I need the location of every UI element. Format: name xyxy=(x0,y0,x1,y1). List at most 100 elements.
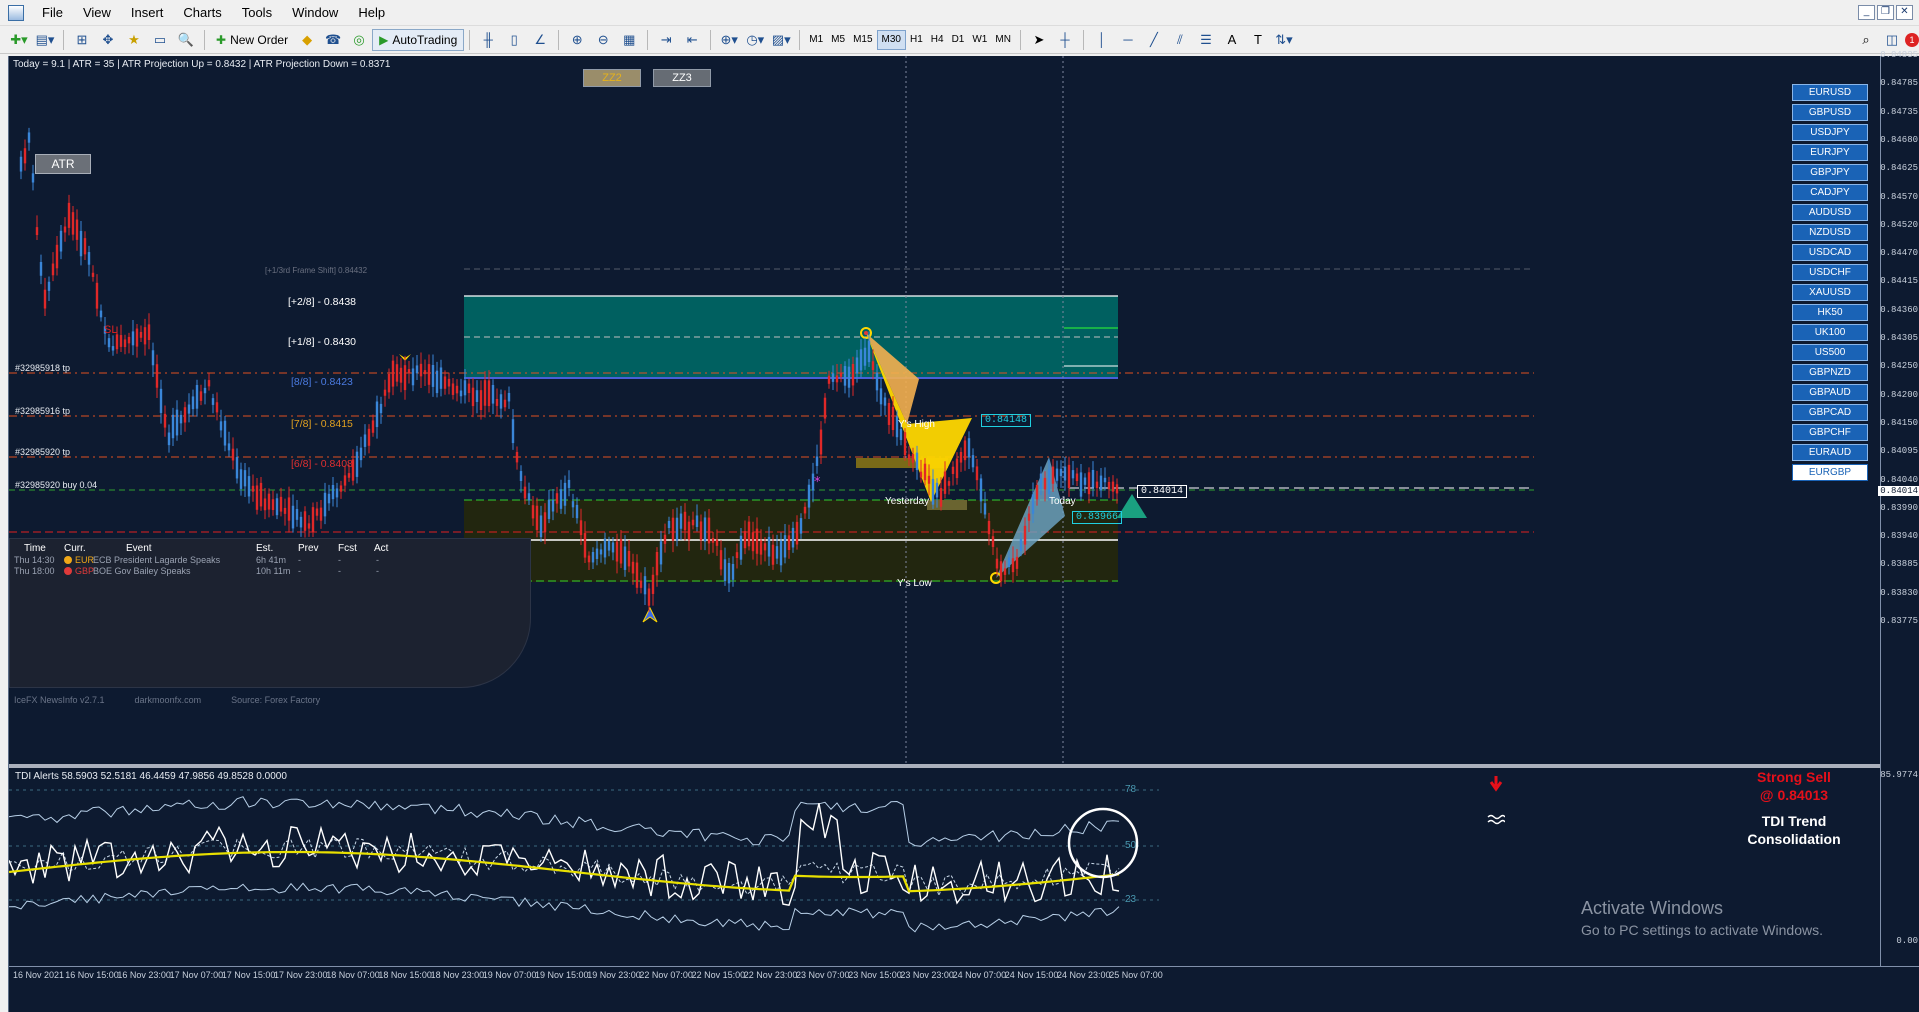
timeframe-h1[interactable]: H1 xyxy=(906,30,927,50)
signals-icon[interactable]: ☎ xyxy=(322,29,344,51)
timeframe-m30[interactable]: M30 xyxy=(876,29,906,50)
menu-file[interactable]: File xyxy=(32,3,73,22)
consolidation-wave-icon xyxy=(1487,814,1505,825)
menu-insert[interactable]: Insert xyxy=(121,3,174,22)
auto-scroll-icon[interactable]: ⇥ xyxy=(655,29,677,51)
candle-body xyxy=(447,378,451,387)
terminal-icon[interactable]: ▭ xyxy=(149,29,171,51)
terminal-window: File View Insert Charts Tools Window Hel… xyxy=(0,0,1919,1012)
symbol-button-gbpusd[interactable]: GBPUSD xyxy=(1792,104,1868,121)
candle-body xyxy=(1043,477,1047,490)
timeframe-d1[interactable]: D1 xyxy=(948,30,969,50)
timeframe-mn[interactable]: MN xyxy=(991,30,1015,50)
menu-view[interactable]: View xyxy=(73,3,121,22)
time-tick-label: 16 Nov 23:00 xyxy=(117,970,171,980)
news-footer-site[interactable]: darkmoonfx.com xyxy=(135,695,202,705)
tdi-indicator-window[interactable]: TDI Alerts 58.5903 52.5181 46.4459 47.98… xyxy=(8,768,1880,966)
zz3-button[interactable]: ZZ3 xyxy=(653,69,711,87)
symbol-button-gbpchf[interactable]: GBPCHF xyxy=(1792,424,1868,441)
restore-icon[interactable]: ❐ xyxy=(1877,5,1894,20)
candlestick-icon[interactable]: ▯ xyxy=(503,29,525,51)
alert-badge[interactable]: 1 xyxy=(1905,32,1919,47)
fibonacci-icon[interactable]: ☰ xyxy=(1195,29,1217,51)
symbol-button-xauusd[interactable]: XAUUSD xyxy=(1792,284,1868,301)
tester-icon[interactable]: 🔍 xyxy=(175,29,197,51)
zoom-out-icon[interactable]: ⊖ xyxy=(592,29,614,51)
bar-chart-icon[interactable]: ╫ xyxy=(477,29,499,51)
timeframe-h4[interactable]: H4 xyxy=(927,30,948,50)
menu-help[interactable]: Help xyxy=(348,3,395,22)
activate-windows-subtitle: Go to PC settings to activate Windows. xyxy=(1581,922,1823,938)
symbol-button-usdchf[interactable]: USDCHF xyxy=(1792,264,1868,281)
indicators-icon[interactable]: ⊕▾ xyxy=(718,29,740,51)
candle-body xyxy=(675,517,679,541)
new-order-button[interactable]: ✚ New Order xyxy=(210,29,294,51)
candle-body xyxy=(1115,484,1119,494)
symbol-button-gbpjpy[interactable]: GBPJPY xyxy=(1792,164,1868,181)
candle-body xyxy=(671,517,675,541)
candle-body xyxy=(527,493,531,501)
price-axis[interactable]: 0.84835 0.84785 0.84735 0.84680 0.84625 0.845… xyxy=(1878,50,1919,966)
tile-windows-icon[interactable]: ▦ xyxy=(618,29,640,51)
symbol-button-audusd[interactable]: AUDUSD xyxy=(1792,204,1868,221)
symbol-button-cadjpy[interactable]: CADJPY xyxy=(1792,184,1868,201)
timeframe-w1[interactable]: W1 xyxy=(968,30,991,50)
zz2-button[interactable]: ZZ2 xyxy=(583,69,641,87)
candle-body xyxy=(983,503,987,515)
navigator-icon[interactable]: ★ xyxy=(123,29,145,51)
text-icon[interactable]: A xyxy=(1221,29,1243,51)
symbol-button-eurjpy[interactable]: EURJPY xyxy=(1792,144,1868,161)
vertical-line-icon[interactable]: │ xyxy=(1091,29,1113,51)
profiles-icon[interactable]: ▤▾ xyxy=(34,29,56,51)
new-chart-icon[interactable]: ✚▾ xyxy=(8,29,30,51)
templates-icon[interactable]: ▨▾ xyxy=(770,29,792,51)
timeframe-m15[interactable]: M15 xyxy=(849,30,876,50)
candle-body xyxy=(391,360,395,387)
arrows-icon[interactable]: ⇅▾ xyxy=(1273,29,1295,51)
symbol-button-uk100[interactable]: UK100 xyxy=(1792,324,1868,341)
symbol-button-nzdusd[interactable]: NZDUSD xyxy=(1792,224,1868,241)
zoom-in-icon[interactable]: ⊕ xyxy=(566,29,588,51)
symbol-button-gbpcad[interactable]: GBPCAD xyxy=(1792,404,1868,421)
minimize-icon[interactable]: _ xyxy=(1858,5,1875,20)
line-chart-icon[interactable]: ∠ xyxy=(529,29,551,51)
time-axis[interactable]: 16 Nov 2021 16 Nov 15:00 16 Nov 23:00 17 No… xyxy=(9,966,1919,986)
symbol-button-gbpnzd[interactable]: GBPNZD xyxy=(1792,364,1868,381)
symbol-button-hk50[interactable]: HK50 xyxy=(1792,304,1868,321)
market-watch-icon[interactable]: ⊞ xyxy=(71,29,93,51)
symbol-button-euraud[interactable]: EURAUD xyxy=(1792,444,1868,461)
crosshair-icon[interactable]: ┼ xyxy=(1054,29,1076,51)
candle-body xyxy=(1011,558,1015,573)
trendline-icon[interactable]: ╱ xyxy=(1143,29,1165,51)
symbol-button-gbpaud[interactable]: GBPAUD xyxy=(1792,384,1868,401)
horizontal-line-icon[interactable]: ─ xyxy=(1117,29,1139,51)
symbol-button-us500[interactable]: US500 xyxy=(1792,344,1868,361)
symbol-button-usdcad[interactable]: USDCAD xyxy=(1792,244,1868,261)
meta-editor-icon[interactable]: ◆ xyxy=(296,29,318,51)
symbol-button-eurgbp[interactable]: EURGBP xyxy=(1792,464,1868,481)
menu-tools[interactable]: Tools xyxy=(232,3,282,22)
close-icon[interactable]: ✕ xyxy=(1896,5,1913,20)
symbol-button-usdjpy[interactable]: USDJPY xyxy=(1792,124,1868,141)
data-window-icon[interactable]: ✥ xyxy=(97,29,119,51)
candle-body xyxy=(1079,472,1083,497)
text-label-icon[interactable]: T xyxy=(1247,29,1269,51)
atr-button[interactable]: ATR xyxy=(35,154,91,174)
timeframe-m1[interactable]: M1 xyxy=(805,30,827,50)
menu-window[interactable]: Window xyxy=(282,3,348,22)
price-chart[interactable]: * Today = 9.1 | ATR = 35 | ATR Projectio… xyxy=(9,56,1880,764)
symbol-button-eurusd[interactable]: EURUSD xyxy=(1792,84,1868,101)
chart-shift-icon[interactable]: ⇤ xyxy=(681,29,703,51)
menu-charts[interactable]: Charts xyxy=(173,3,231,22)
market-icon[interactable]: ◎ xyxy=(348,29,370,51)
time-tick-label: 17 Nov 23:00 xyxy=(274,970,328,980)
cursor-icon[interactable]: ➤ xyxy=(1028,29,1050,51)
autotrading-button[interactable]: ▶ AutoTrading xyxy=(372,28,465,51)
chat-icon[interactable]: ◫ xyxy=(1881,29,1903,51)
candle-body xyxy=(315,508,319,516)
channel-icon[interactable]: ⫽ xyxy=(1169,29,1191,51)
periods-icon[interactable]: ◷▾ xyxy=(744,29,766,51)
candle-body xyxy=(107,338,111,348)
search-icon[interactable]: ⌕ xyxy=(1855,29,1877,51)
timeframe-m5[interactable]: M5 xyxy=(827,30,849,50)
